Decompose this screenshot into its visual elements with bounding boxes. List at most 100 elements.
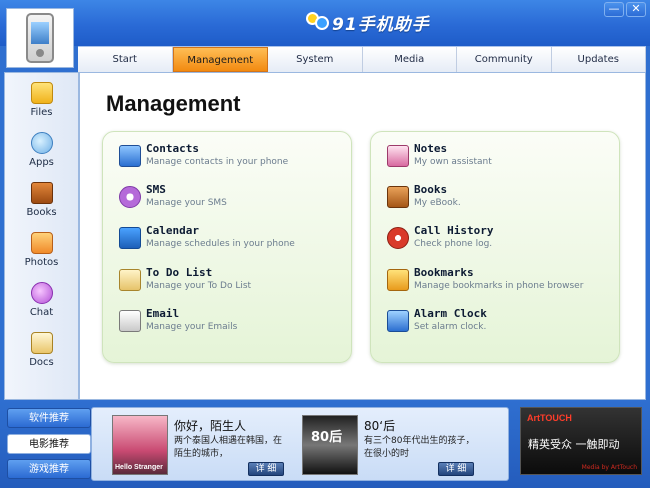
entry-desc: Check phone log. [414,239,493,249]
sms-icon [119,186,141,208]
books-icon [387,186,409,208]
tab-game-recommend[interactable]: 游戏推荐 [7,459,91,479]
promo-desc: 有三个80年代出生的孩子，在很小的时 [364,436,475,459]
sidebar-item-label: Apps [29,157,54,168]
entry-call-history[interactable]: Call History Check phone log. [387,224,617,258]
ad-slogan: 精英受众 一触即动 [528,438,620,451]
sidebar-item-label: Docs [29,357,54,368]
entry-email[interactable]: Email Manage your Emails [119,307,349,341]
main-tabs: Start Management System Media Community … [78,46,646,72]
ad-banner[interactable]: ArtTOUCH 精英受众 一触即动 Media by ArtTouch [520,407,642,475]
notes-icon [387,145,409,167]
promo-title: 你好，陌生人 [174,419,247,433]
promo-panel: Hello Stranger 你好，陌生人 两个泰国人相遇在韩国，在陌生的城市，… [91,407,509,481]
sidebar-item-files[interactable]: Files [5,75,78,125]
promo-item: 80后 80‘后 有三个80年代出生的孩子，在很小的时 详 细 [302,415,492,476]
entry-calendar[interactable]: Calendar Manage schedules in your phone [119,224,349,258]
sidebar-item-books[interactable]: Books [5,175,78,225]
promo-title: 80‘后 [364,419,396,433]
entry-desc: Manage your To Do List [146,281,252,291]
entry-sms[interactable]: SMS Manage your SMS [119,183,349,217]
calendar-icon [119,227,141,249]
entry-title: Calendar [146,224,199,237]
tab-software-recommend[interactable]: 软件推荐 [7,408,91,428]
movie-poster-thumbnail[interactable]: 80后 [302,415,358,475]
phone-icon [26,13,54,63]
details-button[interactable]: 详 细 [248,462,284,476]
sidebar-item-chat[interactable]: Chat [5,275,78,325]
book-icon [30,182,53,204]
poster-caption: 80后 [311,430,343,445]
main-panel: Management Contacts Manage contacts in y… [79,72,646,400]
entry-title: Books [414,183,448,196]
promo-item: Hello Stranger 你好，陌生人 两个泰国人相遇在韩国，在陌生的城市，… [112,415,302,476]
tab-media[interactable]: Media [362,47,457,72]
entry-desc: Manage schedules in your phone [146,239,295,249]
entry-title: Call History [414,224,494,237]
entry-title: To Do List [146,266,213,279]
entry-contacts[interactable]: Contacts Manage contacts in your phone [119,142,349,176]
device-preview[interactable] [6,8,74,68]
entry-desc: Manage contacts in your phone [146,157,289,167]
ad-brand: ArtTOUCH [527,413,572,423]
management-panel-left: Contacts Manage contacts in your phone S… [102,131,352,363]
entry-desc: Manage bookmarks in phone browser [414,281,584,291]
call-history-icon [387,227,409,249]
todo-icon [119,269,141,291]
tab-community[interactable]: Community [457,47,552,72]
recommendation-bar: 软件推荐 电影推荐 游戏推荐 Hello Stranger 你好，陌生人 两个泰… [0,400,650,488]
sidebar: Files Apps Books Photos Chat Docs [4,72,79,400]
apps-icon [30,132,53,154]
contacts-icon [119,145,141,167]
tab-movie-recommend[interactable]: 电影推荐 [7,434,91,454]
entry-desc: Set alarm clock. [414,322,487,332]
title-bar: 91手机助手 — ✕ [0,0,650,46]
photo-icon [30,232,53,254]
alarm-clock-icon [387,310,409,332]
chat-icon [30,282,53,304]
entry-books[interactable]: Books My eBook. [387,183,617,217]
window-controls: — ✕ [604,2,646,17]
sidebar-item-docs[interactable]: Docs [5,325,78,375]
sidebar-item-photos[interactable]: Photos [5,225,78,275]
entry-desc: Manage your SMS [146,198,227,208]
sidebar-item-label: Books [26,207,57,218]
app-title: 91手机助手 [332,14,430,35]
entry-title: Bookmarks [414,266,474,279]
sidebar-item-label: Files [30,107,53,118]
entry-title: Email [146,307,180,320]
entry-title: Notes [414,142,448,155]
ad-footer: Media by ArtTouch [581,464,637,471]
entry-desc: My own assistant [414,157,492,167]
tab-start[interactable]: Start [78,47,173,72]
close-button[interactable]: ✕ [626,2,646,17]
entry-title: SMS [146,183,166,196]
entry-title: Alarm Clock [414,307,487,320]
entry-desc: My eBook. [414,198,461,208]
minimize-button[interactable]: — [604,2,624,17]
movie-poster-thumbnail[interactable]: Hello Stranger [112,415,168,475]
app-logo: 91手机助手 [306,8,430,36]
entry-notes[interactable]: Notes My own assistant [387,142,617,176]
email-icon [119,310,141,332]
docs-icon [30,332,53,354]
sidebar-item-label: Photos [24,257,59,268]
poster-caption: Hello Stranger [115,464,163,471]
promo-desc: 两个泰国人相遇在韩国，在陌生的城市， [174,436,283,459]
details-button[interactable]: 详 细 [438,462,474,476]
sidebar-item-label: Chat [29,307,54,318]
management-panel-right: Notes My own assistant Books My eBook. C… [370,131,620,363]
entry-todo-list[interactable]: To Do List Manage your To Do List [119,266,349,300]
tab-updates[interactable]: Updates [551,47,646,72]
entry-title: Contacts [146,142,199,155]
bookmarks-icon [387,269,409,291]
folder-icon [30,82,53,104]
tab-management[interactable]: Management [172,47,268,72]
entry-alarm-clock[interactable]: Alarm Clock Set alarm clock. [387,307,617,341]
entry-bookmarks[interactable]: Bookmarks Manage bookmarks in phone brow… [387,266,617,300]
sidebar-item-apps[interactable]: Apps [5,125,78,175]
entry-desc: Manage your Emails [146,322,238,332]
tab-system[interactable]: System [268,47,363,72]
page-title: Management [106,91,241,116]
logo-icon [306,10,330,34]
